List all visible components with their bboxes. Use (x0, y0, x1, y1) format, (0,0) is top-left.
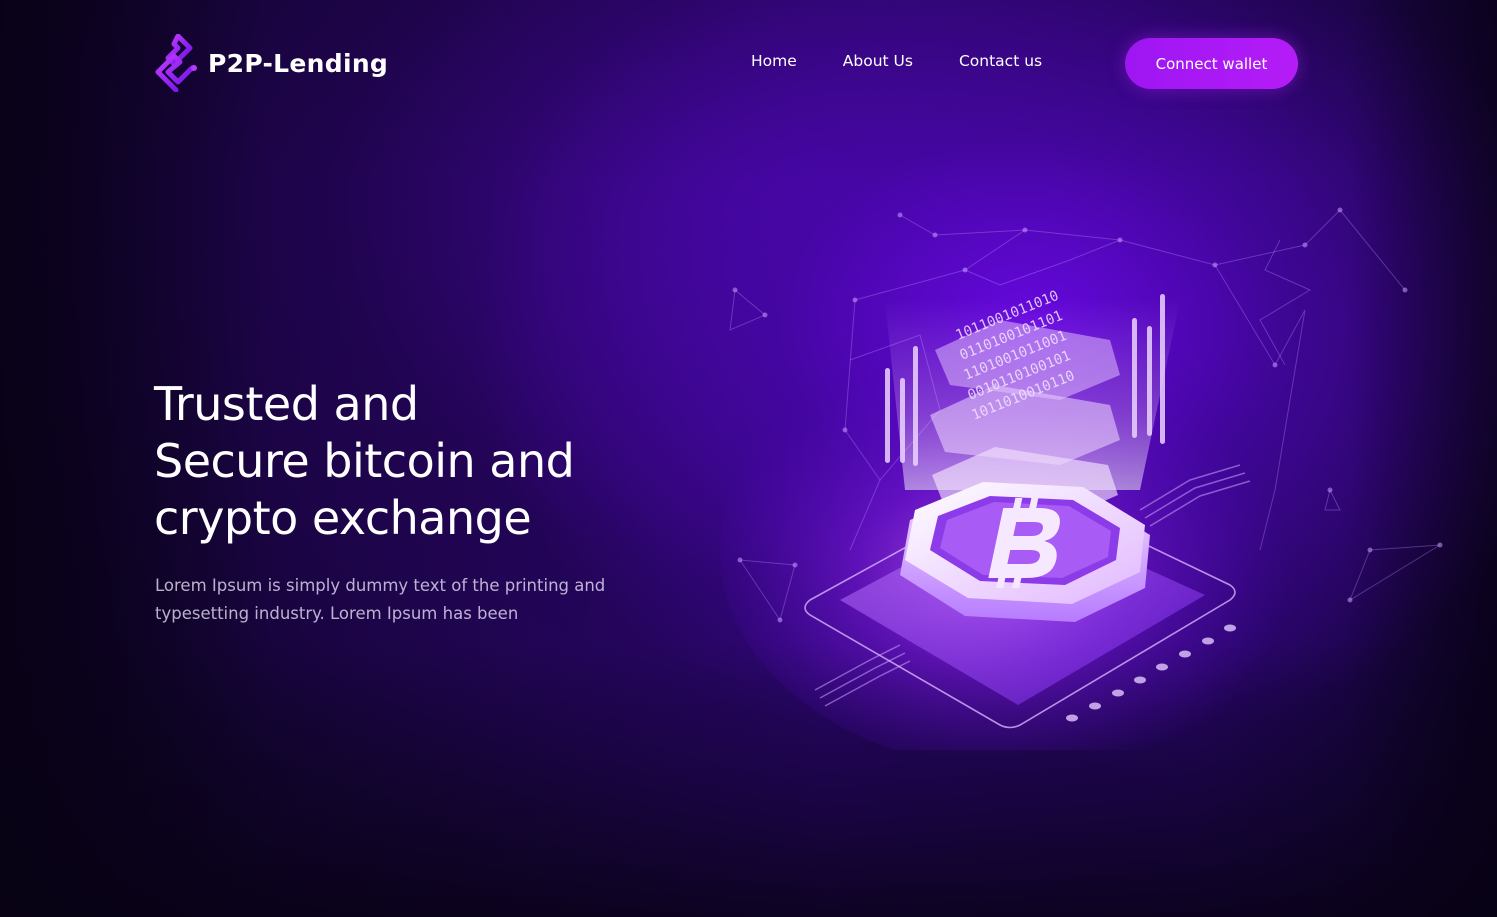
connect-wallet-button[interactable]: Connect wallet (1125, 38, 1298, 89)
brand-name: P2P-Lending (208, 48, 389, 78)
hero-title-line: crypto exchange (154, 491, 532, 545)
landing-page: P2P-Lending Home About Us Contact us Con… (0, 0, 1497, 917)
nav-link-about[interactable]: About Us (843, 52, 913, 70)
hero-description-line: Lorem Ipsum is simply dummy text of the … (155, 576, 606, 595)
site-header: P2P-Lending Home About Us Contact us Con… (0, 0, 1497, 125)
bitcoin-block-illustration-icon: 1011001011010 0110100101101 110100101100… (720, 207, 1443, 750)
hero-description-line: typesetting industry. Lorem Ipsum has be… (155, 604, 519, 623)
hero-title-line: Trusted and (154, 377, 419, 431)
hero-title: Trusted and Secure bitcoin and crypto ex… (154, 376, 575, 547)
nav-link-contact[interactable]: Contact us (959, 52, 1042, 70)
chain-link-logo-icon (155, 34, 197, 92)
brand-logo[interactable]: P2P-Lending (154, 34, 388, 92)
hero-title-line: Secure bitcoin and (154, 434, 575, 488)
main-nav: Home About Us Contact us (751, 52, 1088, 70)
hero-description: Lorem Ipsum is simply dummy text of the … (155, 572, 675, 628)
nav-link-home[interactable]: Home (751, 52, 797, 70)
